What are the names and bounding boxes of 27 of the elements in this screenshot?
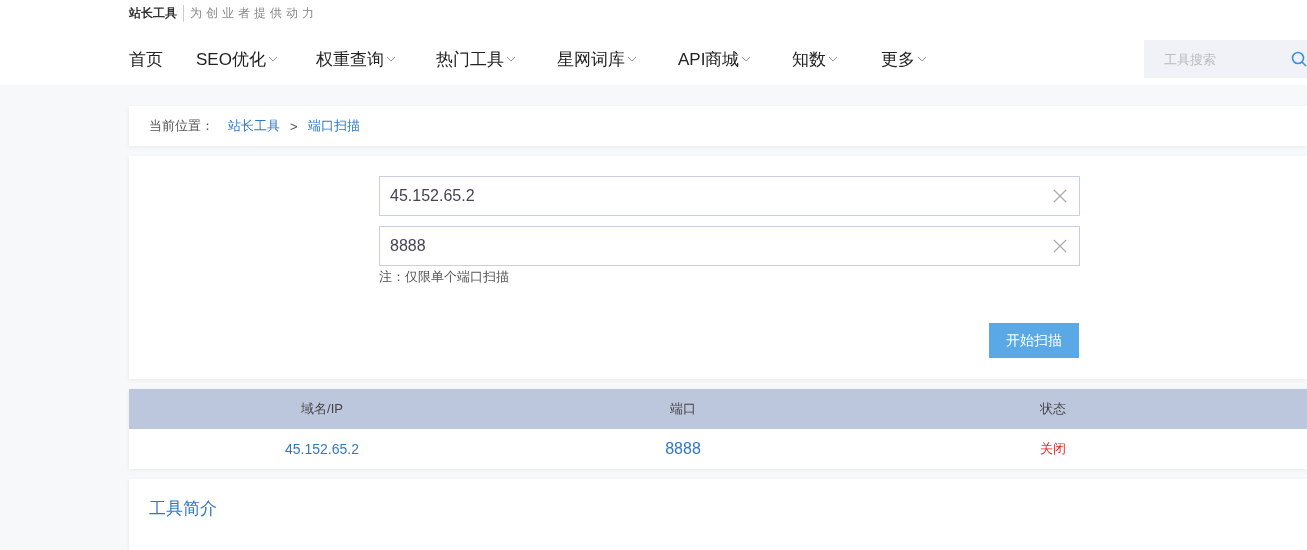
nav-item[interactable]: 权重查询 xyxy=(316,47,436,71)
nav-item[interactable]: 星网词库 xyxy=(557,47,678,71)
breadcrumb-link[interactable]: 端口扫描 xyxy=(307,117,360,135)
column-header: 状态 xyxy=(1039,400,1067,418)
column-header: 端口 xyxy=(669,400,697,418)
table-cell-text: 8888 xyxy=(664,439,702,459)
nav-item[interactable]: API商城 xyxy=(678,47,792,71)
input-field[interactable]: 8888 xyxy=(379,226,1080,266)
site-logo[interactable]: 站长工具 xyxy=(129,4,177,22)
nav-item[interactable]: 首页 xyxy=(129,47,196,71)
breadcrumb-link[interactable]: 站长工具 xyxy=(228,117,280,135)
table-cell-text: 关闭 xyxy=(1039,440,1067,458)
note-text: 注：仅限单个端口扫描 xyxy=(379,268,510,286)
search-icon[interactable] xyxy=(1291,51,1307,67)
close-icon[interactable] xyxy=(1053,189,1067,203)
breadcrumb-label: 当前位置： xyxy=(149,117,214,135)
nav-item[interactable]: SEO优化 xyxy=(196,47,316,71)
input-field[interactable]: 45.152.65.2 xyxy=(379,176,1080,216)
breadcrumb-separator: > xyxy=(290,118,298,134)
nav-item[interactable]: 知数 xyxy=(792,47,881,71)
site-slogan: 为创业者提供动力 xyxy=(183,4,318,22)
column-header: 域名/IP xyxy=(300,400,344,418)
nav-item[interactable]: 更多 xyxy=(881,47,981,71)
close-icon[interactable] xyxy=(1053,239,1067,253)
nav-item[interactable]: 热门工具 xyxy=(436,47,557,71)
section-title: 工具简介 xyxy=(149,498,218,520)
table-cell-text: 45.152.65.2 xyxy=(284,440,360,459)
